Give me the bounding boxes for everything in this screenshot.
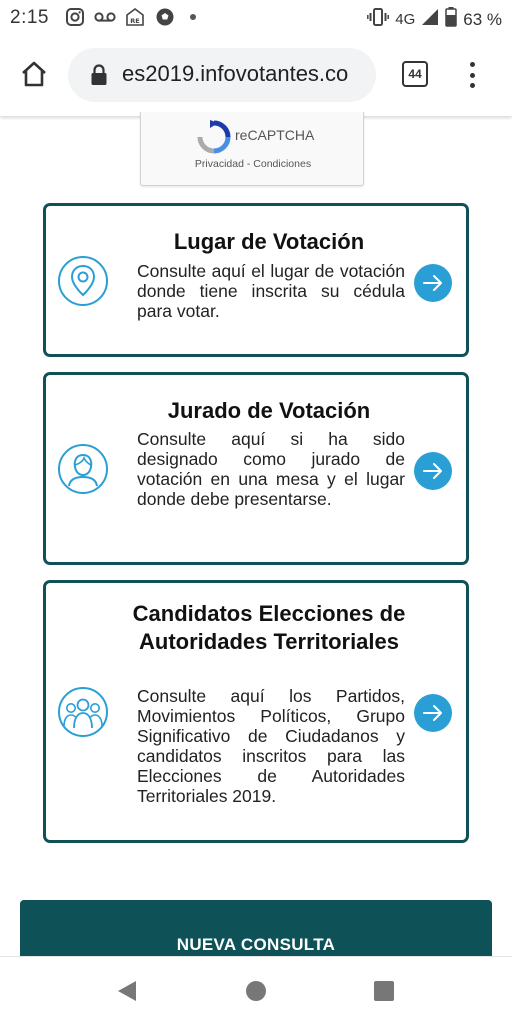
address-bar[interactable]: es2019.infovotantes.co: [68, 48, 376, 102]
recaptcha-logo-icon: [197, 120, 231, 154]
location-pin-icon: [58, 256, 108, 306]
system-navigation-bar: [0, 956, 512, 1024]
arrow-right-icon[interactable]: [414, 452, 452, 490]
group-icon: [58, 687, 108, 737]
menu-dot: [469, 62, 475, 67]
instagram-icon: [64, 7, 86, 27]
arrow-right-icon[interactable]: [414, 264, 452, 302]
network-type: 4G: [395, 11, 416, 28]
menu-dot: [469, 72, 475, 78]
card-title: Lugar de Votación: [173, 229, 365, 254]
status-time: 2:15: [10, 7, 49, 28]
card-description: Consulte aquí el lugar de votación donde…: [137, 261, 405, 321]
status-bar: 2:15 RE 4G 63 %: [0, 0, 512, 36]
recaptcha-label: reCAPTCHA: [235, 127, 315, 143]
calendar-re-icon: RE: [124, 7, 146, 27]
card-candidatos-elecciones[interactable]: Candidatos Elecciones de Autoridades Ter…: [43, 580, 469, 843]
signal-icon: [421, 8, 439, 31]
vibrate-icon: [367, 8, 390, 31]
card-title: Jurado de Votación: [167, 398, 371, 423]
person-icon: [58, 444, 108, 494]
battery-icon: [445, 7, 457, 32]
recaptcha-widget: reCAPTCHA Privacidad - Condiciones: [140, 112, 364, 186]
soccer-icon: [154, 7, 176, 27]
url-text: es2019.infovotantes.co: [122, 61, 349, 86]
home-icon: [22, 61, 46, 87]
dot-icon: [190, 14, 196, 20]
recaptcha-privacy-links[interactable]: Privacidad - Condiciones: [141, 158, 365, 170]
status-system-icons: 4G 63 %: [367, 7, 502, 32]
home-circle-icon[interactable]: [246, 981, 266, 1001]
card-title: Candidatos Elecciones de Autoridades Ter…: [132, 601, 406, 654]
back-icon[interactable]: [116, 979, 138, 1003]
arrow-right-icon[interactable]: [414, 694, 452, 732]
recents-square-icon[interactable]: [374, 981, 394, 1001]
tab-switcher-button[interactable]: 44: [402, 61, 428, 87]
card-description: Consulte aquí los Partidos, Movimientos …: [137, 686, 405, 806]
card-lugar-votacion[interactable]: Lugar de Votación Consulte aquí el lugar…: [43, 203, 469, 357]
svg-text:RE: RE: [130, 17, 139, 25]
card-description: Consulte aquí si ha sido designado como …: [137, 429, 405, 509]
battery-percent: 63 %: [463, 9, 502, 29]
voicemail-icon: [94, 7, 116, 27]
browser-toolbar: es2019.infovotantes.co 44: [0, 36, 512, 116]
overflow-menu-button[interactable]: [462, 60, 482, 90]
home-button[interactable]: [18, 58, 50, 90]
card-jurado-votacion[interactable]: Jurado de Votación Consulte aquí si ha s…: [43, 372, 469, 565]
menu-dot: [469, 83, 475, 88]
status-notification-icons: RE: [64, 7, 196, 27]
lock-icon: [91, 64, 107, 85]
